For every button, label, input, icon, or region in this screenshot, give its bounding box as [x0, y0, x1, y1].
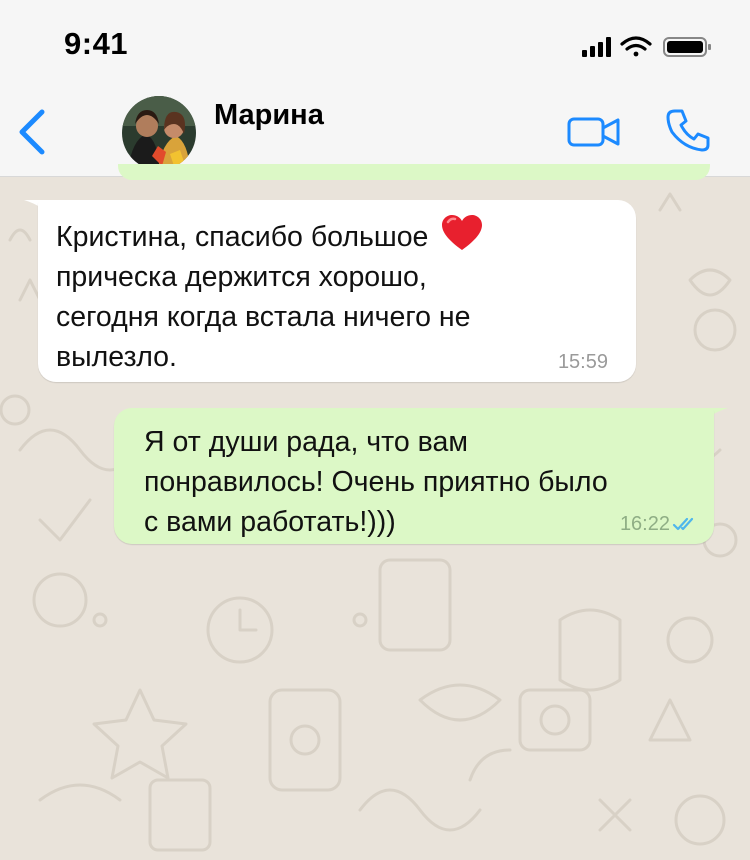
read-receipt-icon	[672, 517, 694, 531]
status-icons	[582, 36, 711, 57]
avatar[interactable]	[122, 96, 196, 170]
phone-icon	[666, 109, 710, 152]
message-line: с вами работать!)))	[144, 506, 396, 538]
message-timestamp: 16:22	[619, 513, 670, 535]
chevron-left-icon	[19, 109, 45, 155]
wifi-icon	[620, 36, 652, 57]
red-heart-icon	[442, 215, 483, 250]
message-timestamp: 15:59	[557, 351, 608, 373]
message-line: Я от души рада, что вам	[144, 426, 468, 458]
message-line: сегодня когда встала ничего не	[56, 301, 471, 333]
contact-name[interactable]: Марина	[214, 99, 324, 132]
message-line: Кристина, спасибо большое	[56, 221, 429, 253]
battery-icon	[663, 37, 711, 57]
message-line: понравилось! Очень приятно было	[144, 466, 608, 498]
message-text: Я от души рада, что вам понравилось! Оче…	[144, 422, 690, 542]
message-text: Кристина, спасибо большое прическа держи…	[56, 214, 618, 377]
back-button[interactable]	[14, 106, 50, 158]
voice-call-button[interactable]	[664, 106, 712, 154]
video-camera-icon	[567, 117, 620, 147]
status-time: 9:41	[64, 26, 129, 61]
cellular-signal-icon	[582, 37, 611, 57]
previous-message-edge	[118, 164, 710, 180]
incoming-message-bubble[interactable]: Кристина, спасибо большое прическа держи…	[38, 200, 636, 382]
outgoing-message-bubble[interactable]: Я от души рада, что вам понравилось! Оче…	[114, 408, 714, 544]
message-line: вылезло.	[56, 341, 177, 373]
message-line: прическа держится хорошо,	[56, 261, 427, 293]
chat-header: 9:41 Марина	[0, 0, 750, 177]
video-call-button[interactable]	[566, 114, 622, 150]
